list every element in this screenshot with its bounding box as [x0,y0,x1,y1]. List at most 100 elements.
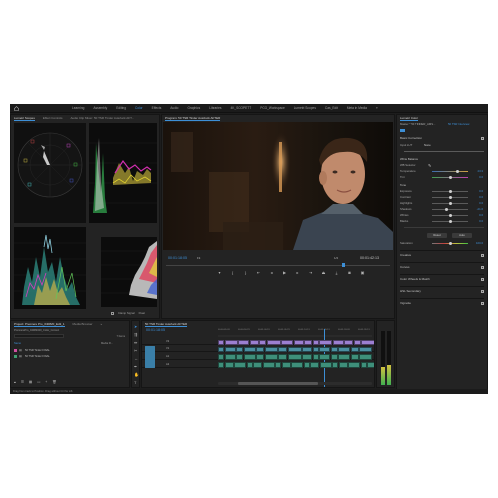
tab-lumetri-scopes[interactable]: Lumetri Scopes [14,115,35,121]
project-search-input[interactable] [14,334,64,338]
project-item[interactable]: ▤ 50 TSR Tinder FINAL [14,348,126,353]
timeline-clip[interactable] [287,346,302,352]
workspace-tab[interactable]: Assembly [93,106,107,111]
whites-knob[interactable] [449,214,452,217]
temperature-knob[interactable] [456,170,459,173]
timeline-clip[interactable] [259,339,266,345]
project-item[interactable]: ▤ 50 TSR Tinder FINAL [14,354,126,359]
timeline-clip[interactable] [338,353,350,360]
workspace-tab[interactable]: Lumetri Scopes [294,106,316,111]
media-rate-column-header[interactable]: Media Fl... [101,342,113,345]
track-select-tool-icon[interactable]: ⇶ [134,333,139,337]
temperature-slider[interactable] [432,171,468,172]
go-to-out-icon[interactable]: ⇥ [308,270,313,275]
timeline-clip[interactable] [218,346,224,352]
basic-correction-header[interactable]: Basic Correction [400,136,484,140]
workspace-tab[interactable]: Meta in Media [347,106,367,111]
timeline-clip[interactable] [246,361,253,368]
timeline-clip[interactable] [304,339,312,345]
eyedropper-icon[interactable]: ✎ [428,163,431,168]
intensity-slider[interactable] [404,151,484,152]
master-sequence[interactable]: 50 TSR Interview [448,122,469,127]
timeline-clip[interactable] [236,353,243,360]
blacks-value[interactable]: 0.0 [479,219,483,224]
contrast-knob[interactable] [449,196,452,199]
timeline-clip[interactable] [262,361,275,368]
workspace-tab[interactable]: Cas_Edit [325,106,338,111]
timeline-clip[interactable] [359,346,372,352]
timeline-clip[interactable] [319,339,332,345]
creative-section[interactable]: Creative [400,250,484,257]
slip-tool-icon[interactable]: ↔ [134,357,139,361]
workspace-tab[interactable]: 4K_SCOPETT [230,106,251,111]
timeline-clip[interactable] [293,339,304,345]
timeline-clip[interactable] [287,353,302,360]
type-tool-icon[interactable]: T [134,381,139,385]
fit-select[interactable]: Fit [197,256,200,260]
timeline-clip[interactable] [312,346,319,352]
timeline-clip[interactable] [234,361,246,368]
blacks-knob[interactable] [449,220,452,223]
playhead-marker[interactable] [342,263,345,267]
tab-more[interactable]: » [101,321,103,327]
creative-checkbox[interactable] [481,254,484,257]
timeline-clip[interactable] [310,361,319,368]
step-back-icon[interactable]: ◂ [269,270,274,275]
program-scrubber[interactable] [166,265,390,266]
workspace-tab[interactable]: Audio [170,106,178,111]
timeline-clip[interactable] [256,353,264,360]
temperature-value[interactable]: 23.3 [478,169,483,174]
timeline-clip[interactable] [338,361,348,368]
timeline-clip[interactable] [332,339,344,345]
contrast-value[interactable]: 0.0 [479,195,483,200]
timeline-clip[interactable] [224,353,236,360]
tab-audio-clip-mixer[interactable]: Audio Clip Mixer: 50 TSR Tinder Autofuck… [70,115,134,121]
timeline-clip[interactable] [264,353,278,360]
extract-icon[interactable]: ⤓ [334,270,339,275]
reset-button[interactable]: Reset [427,233,447,238]
hand-tool-icon[interactable]: ✋ [134,373,139,377]
color-wheels-checkbox[interactable] [481,278,484,281]
saturation-knob[interactable] [449,242,452,245]
shadows-value[interactable]: -21.0 [477,207,483,212]
workspace-tab[interactable]: » [376,106,378,111]
time-ruler[interactable]: 00:00:45:03 00:00:50:23 00:01:00:19 00:01:0… [218,329,372,334]
timeline-horizontal-scrollbar[interactable] [218,382,372,385]
workspace-tab[interactable]: Effects [152,106,162,111]
tab-project[interactable]: Project: Premiere Pro_040820_Edit_1 [14,321,65,327]
curves-section[interactable]: Curves [400,262,484,269]
timeline-clip[interactable] [249,339,259,345]
lift-icon[interactable]: ⏏ [321,270,326,275]
basic-correction-checkbox[interactable] [481,137,484,140]
tab-media-browser[interactable]: Media Browser [73,321,93,327]
workspace-tab[interactable]: Editing [116,106,126,111]
resolution-select[interactable]: 1/2 [334,256,338,260]
timeline-clip[interactable] [253,361,262,368]
timeline-clip[interactable] [303,361,310,368]
lumetri-color-title[interactable]: Lumetri Color [400,115,419,121]
timeline-clip[interactable] [367,361,374,368]
timeline-clip[interactable] [350,346,359,352]
tab-effect-controls[interactable]: Effect Controls [43,115,63,121]
timeline-clip[interactable] [361,339,374,345]
track-label[interactable]: V1 [166,346,169,352]
ripple-edit-tool-icon[interactable]: ⇹ [134,341,139,345]
program-timecode[interactable]: 00:01:18:05 [168,256,187,260]
tint-value[interactable]: 0.0 [479,175,483,180]
play-icon[interactable]: ▶ [282,270,287,275]
comparison-view-icon[interactable]: ▣ [360,270,365,275]
work-area-bar[interactable] [218,335,372,337]
exposure-knob[interactable] [449,190,452,193]
timeline-clip[interactable] [266,339,281,345]
step-forward-icon[interactable]: ▸ [295,270,300,275]
trash-icon[interactable]: 🗑︎ [52,380,56,384]
timeline-clip[interactable] [319,353,330,360]
timeline-clip[interactable] [218,353,224,360]
master-label[interactable]: Master * 50 TINDER_AMS... [400,122,435,126]
timeline-clip[interactable] [350,353,359,360]
workspace-tab[interactable]: PCG_Workspace [260,106,285,111]
timeline-clip[interactable] [302,346,312,352]
hsl-secondary-checkbox[interactable] [481,290,484,293]
timeline-clip[interactable] [256,346,264,352]
timeline-clip[interactable] [330,353,338,360]
